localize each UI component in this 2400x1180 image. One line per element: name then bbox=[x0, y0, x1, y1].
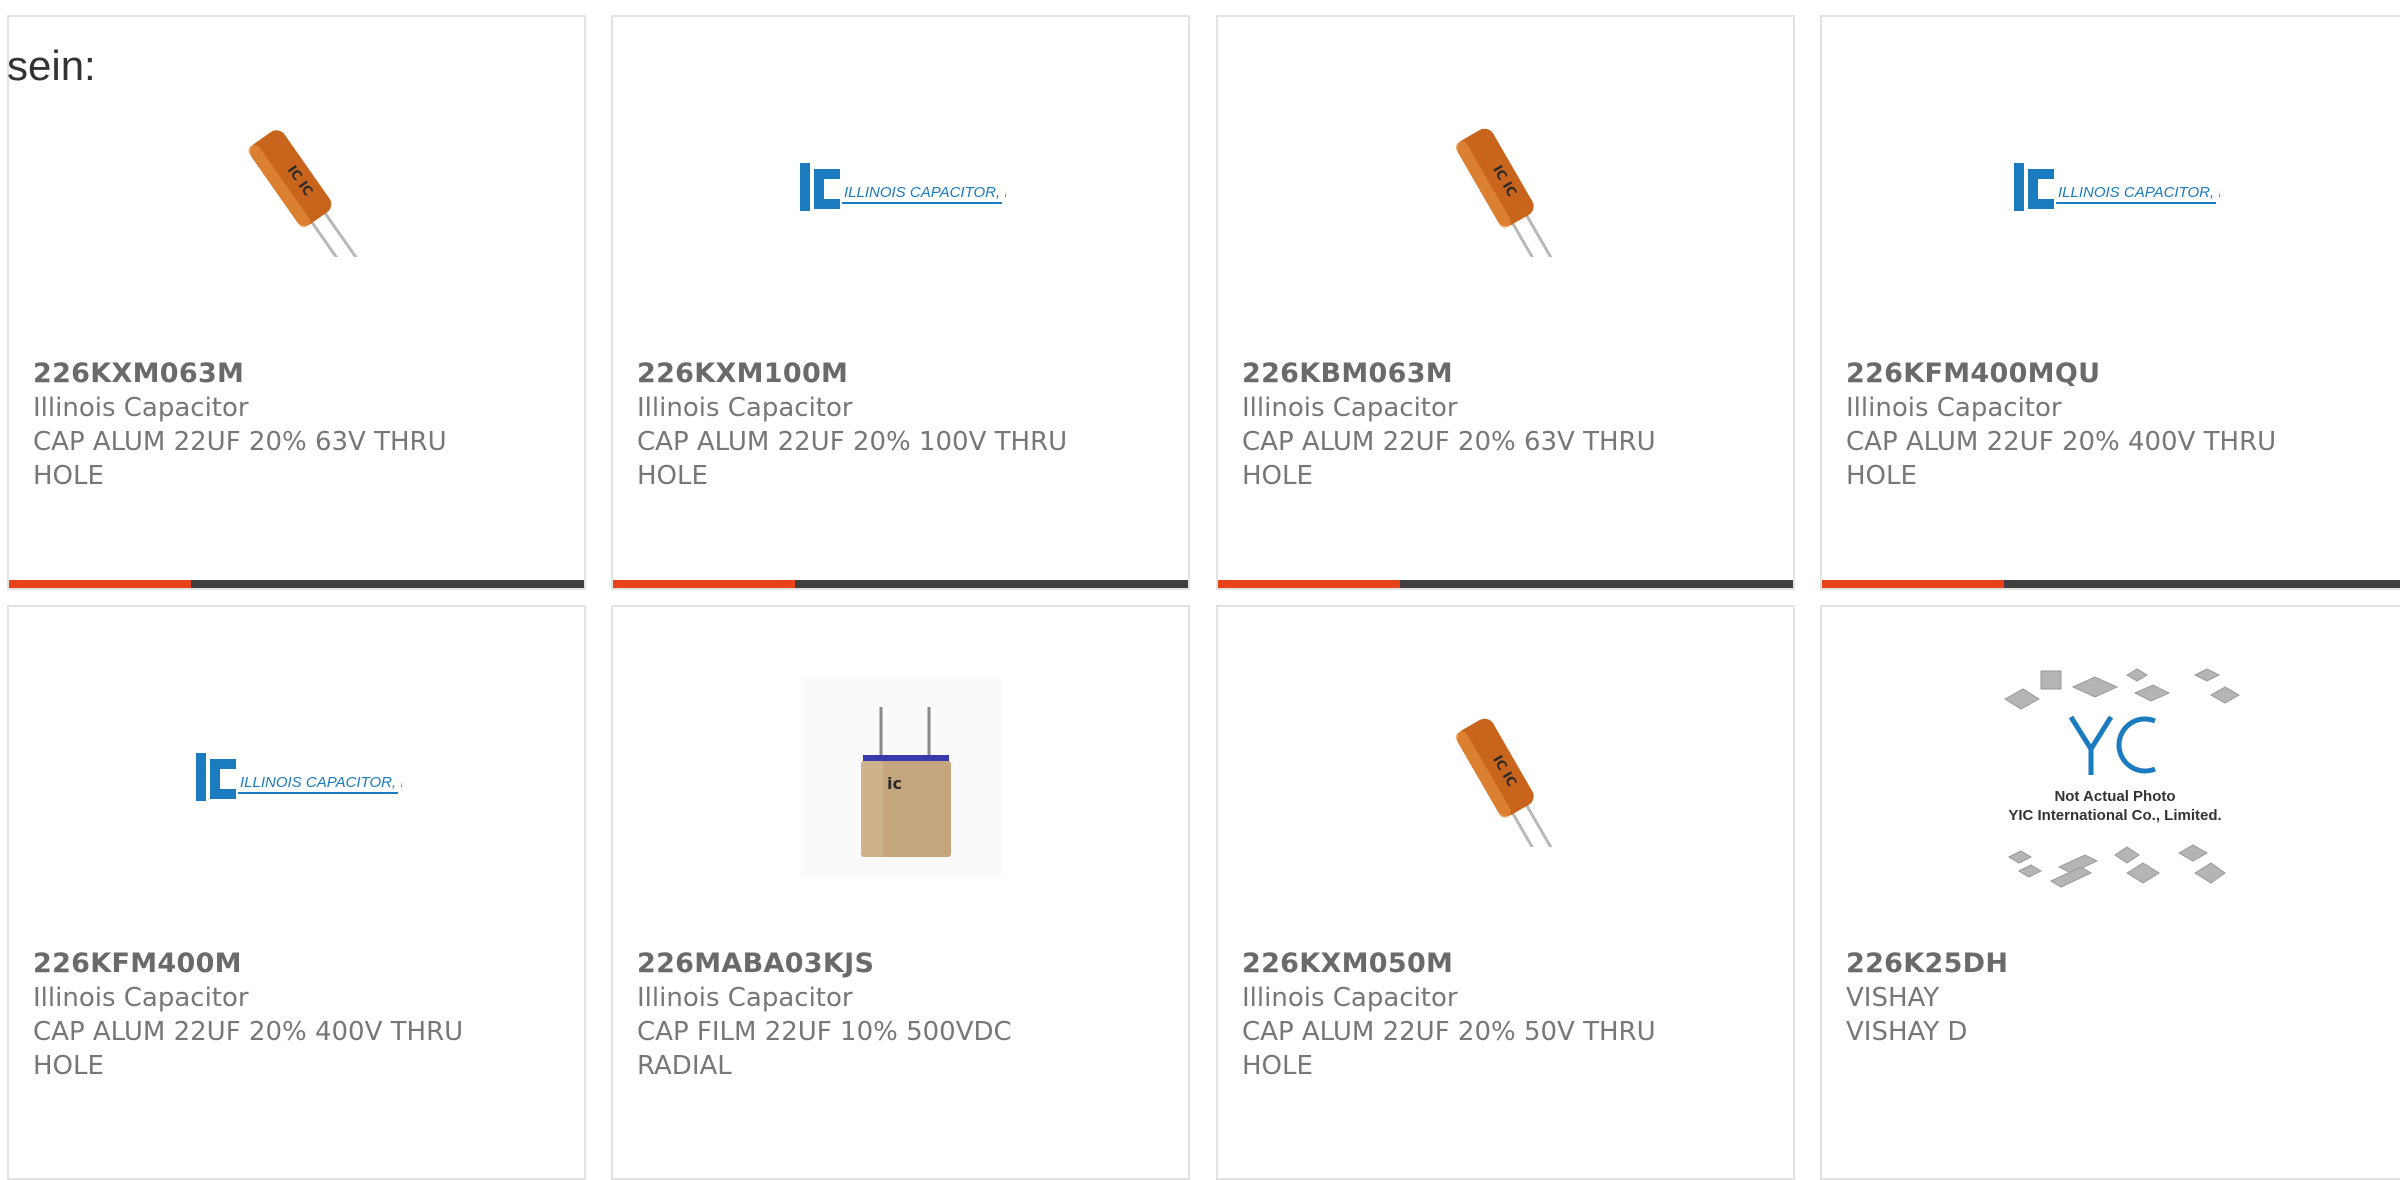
description: CAP ALUM 22UF 20% 63V THRU HOLE bbox=[1242, 427, 1656, 491]
manufacturer: Illinois Capacitor bbox=[1242, 983, 1458, 1013]
product-card[interactable]: IC IC 226KBM063M Illinois Capacitor CAP … bbox=[1216, 15, 1795, 590]
description: VISHAY D bbox=[1846, 1017, 1968, 1047]
card-bottom-bar bbox=[1822, 580, 2400, 588]
description: CAP FILM 22UF 10% 500VDC RADIAL bbox=[637, 1017, 1012, 1081]
manufacturer: Illinois Capacitor bbox=[1846, 393, 2062, 423]
electrolytic-capacitor-photo: IC IC bbox=[1455, 718, 1564, 847]
card-bottom-bar bbox=[613, 580, 1188, 588]
manufacturer: Illinois Capacitor bbox=[33, 983, 249, 1013]
product-image[interactable]: IC IC bbox=[9, 62, 584, 312]
description: CAP ALUM 22UF 20% 400V THRU HOLE bbox=[33, 1017, 464, 1081]
product-image[interactable]: ILLINOIS CAPACITOR, INC. bbox=[613, 62, 1188, 312]
product-image[interactable]: ILLINOIS CAPACITOR, INC. bbox=[9, 652, 584, 902]
product-card[interactable]: Not Actual Photo YIC International Co., … bbox=[1820, 605, 2400, 1180]
card-accent-bar bbox=[1218, 580, 1400, 588]
card-accent-bar bbox=[613, 580, 795, 588]
description: CAP ALUM 22UF 20% 400V THRU HOLE bbox=[1846, 427, 2277, 491]
product-image[interactable]: IC IC bbox=[1218, 652, 1793, 902]
part-number[interactable]: 226KXM063M bbox=[33, 357, 564, 391]
placeholder-caption: Not Actual Photo bbox=[2054, 788, 2175, 805]
description: CAP ALUM 22UF 20% 63V THRU HOLE bbox=[33, 427, 447, 491]
product-grid: IC IC 226KXM063M Illinois Capacitor CAP … bbox=[0, 0, 2400, 1180]
manufacturer: Illinois Capacitor bbox=[637, 393, 853, 423]
product-image[interactable]: ic bbox=[613, 652, 1188, 902]
card-bottom-bar bbox=[9, 580, 584, 588]
illinois-capacitor-logo: ILLINOIS CAPACITOR, INC. bbox=[799, 163, 1006, 211]
description: CAP ALUM 22UF 20% 50V THRU HOLE bbox=[1242, 1017, 1656, 1081]
illinois-capacitor-logo: ILLINOIS CAPACITOR, INC. bbox=[2014, 163, 2220, 211]
part-number[interactable]: 226KXM100M bbox=[637, 357, 1168, 391]
yic-not-actual-photo: Not Actual Photo YIC International Co., … bbox=[2004, 668, 2241, 888]
manufacturer: Illinois Capacitor bbox=[1242, 393, 1458, 423]
placeholder-company: YIC International Co., Limited. bbox=[2008, 807, 2221, 824]
logo-text: ILLINOIS CAPACITOR, INC. bbox=[240, 774, 402, 791]
intro-text: sein: bbox=[7, 42, 96, 89]
manufacturer: VISHAY bbox=[1846, 983, 1940, 1013]
product-card[interactable]: IC IC 226KXM063M Illinois Capacitor CAP … bbox=[7, 15, 586, 590]
description: CAP ALUM 22UF 20% 100V THRU HOLE bbox=[637, 427, 1068, 491]
part-number[interactable]: 226KFM400MQU bbox=[1846, 357, 2388, 391]
electrolytic-capacitor-photo: IC IC bbox=[1455, 128, 1564, 257]
part-number[interactable]: 226KFM400M bbox=[33, 947, 564, 981]
card-accent-bar bbox=[9, 580, 191, 588]
product-card[interactable]: ILLINOIS CAPACITOR, INC. 226KFM400MQU Il… bbox=[1820, 15, 2400, 590]
electrolytic-capacitor-photo: IC IC bbox=[248, 130, 362, 257]
product-card[interactable]: ic 226MABA03KJS Illinois Capacitor CAP F… bbox=[611, 605, 1190, 1180]
part-number[interactable]: 226K25DH bbox=[1846, 947, 2388, 981]
logo-text: ILLINOIS CAPACITOR, INC. bbox=[2058, 184, 2220, 201]
svg-text:ic: ic bbox=[887, 774, 902, 793]
product-image[interactable]: ILLINOIS CAPACITOR, INC. bbox=[1822, 62, 2400, 312]
product-card[interactable]: ILLINOIS CAPACITOR, INC. 226KFM400M Illi… bbox=[7, 605, 586, 1180]
part-number[interactable]: 226KBM063M bbox=[1242, 357, 1773, 391]
product-card[interactable]: IC IC 226KXM050M Illinois Capacitor CAP … bbox=[1216, 605, 1795, 1180]
illinois-capacitor-logo: ILLINOIS CAPACITOR, INC. bbox=[195, 753, 402, 801]
manufacturer: Illinois Capacitor bbox=[33, 393, 249, 423]
card-bottom-bar bbox=[1218, 580, 1793, 588]
part-number[interactable]: 226KXM050M bbox=[1242, 947, 1773, 981]
film-capacitor-photo: ic bbox=[800, 677, 1001, 877]
manufacturer: Illinois Capacitor bbox=[637, 983, 853, 1013]
product-image[interactable]: Not Actual Photo YIC International Co., … bbox=[1822, 652, 2400, 902]
card-accent-bar bbox=[1822, 580, 2004, 588]
part-number[interactable]: 226MABA03KJS bbox=[637, 947, 1168, 981]
product-card[interactable]: ILLINOIS CAPACITOR, INC. 226KXM100M Illi… bbox=[611, 15, 1190, 590]
product-image[interactable]: IC IC bbox=[1218, 62, 1793, 312]
logo-text: ILLINOIS CAPACITOR, INC. bbox=[844, 184, 1006, 201]
